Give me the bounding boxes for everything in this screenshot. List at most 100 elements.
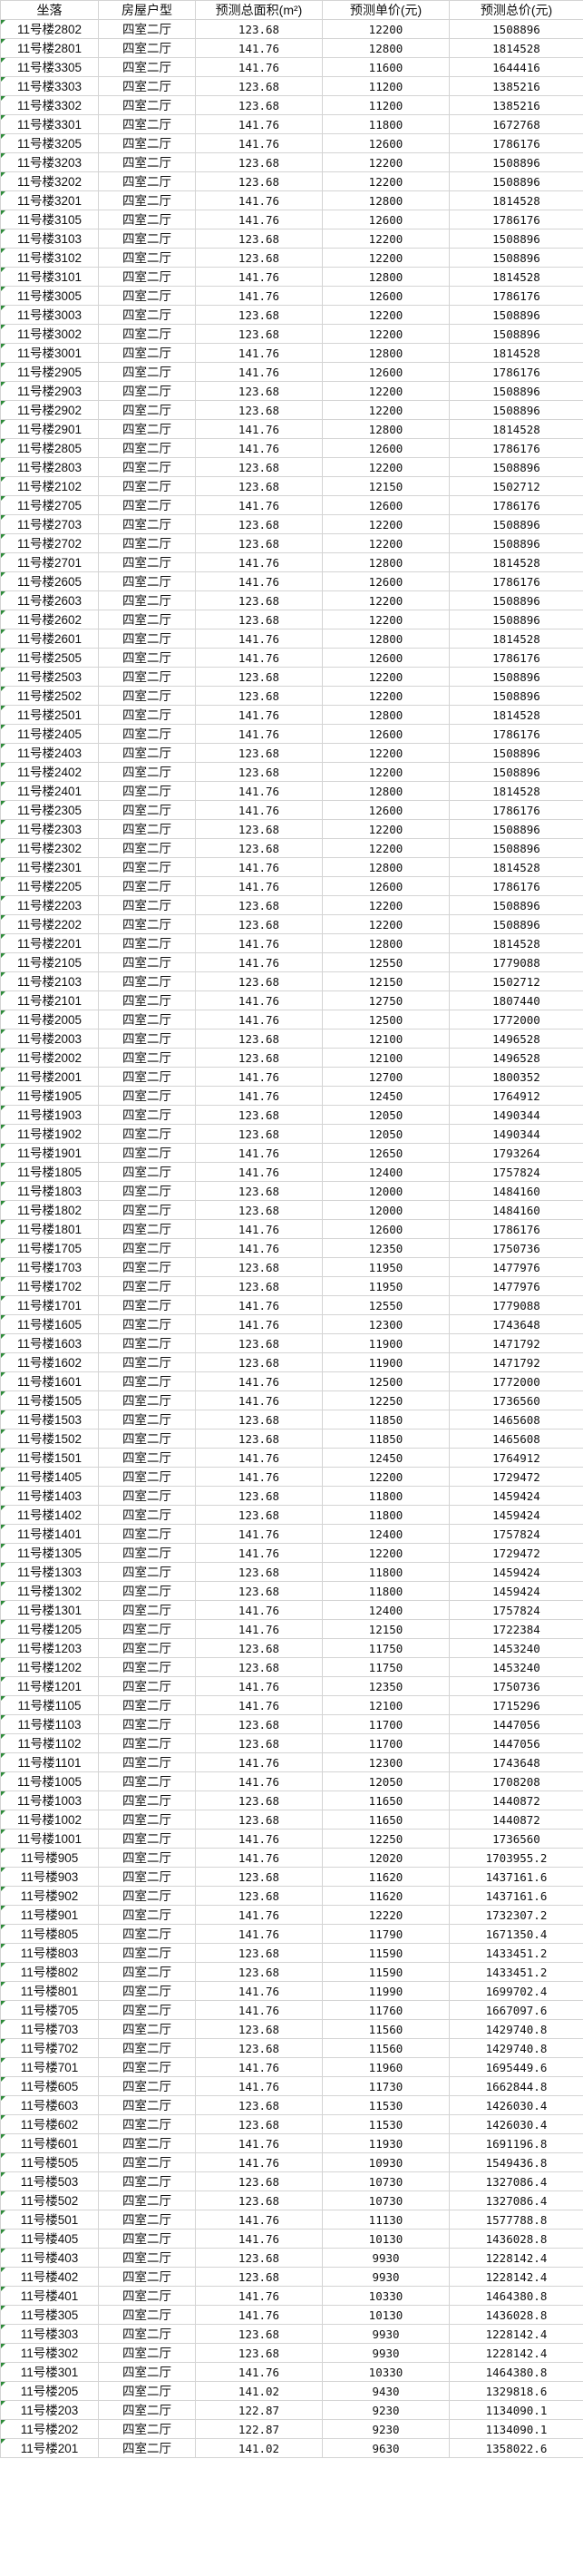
cell-location[interactable]: 11号楼702	[0, 2038, 99, 2058]
cell-unit-type[interactable]: 四室二厅	[98, 1219, 196, 1239]
cell-location[interactable]: 11号楼2303	[0, 819, 99, 839]
cell-total-price[interactable]: 1743648	[449, 1752, 583, 1772]
cell-total-price[interactable]: 1814528	[449, 781, 583, 801]
cell-location[interactable]: 11号楼2201	[0, 933, 99, 953]
cell-unit-price[interactable]: 12000	[322, 1200, 450, 1220]
cell-total-price[interactable]: 1695449.6	[449, 2057, 583, 2077]
cell-location[interactable]: 11号楼2903	[0, 381, 99, 401]
cell-area[interactable]: 123.68	[195, 248, 323, 268]
cell-location[interactable]: 11号楼2705	[0, 495, 99, 515]
cell-unit-price[interactable]: 11800	[322, 1581, 450, 1601]
cell-area[interactable]: 141.76	[195, 1981, 323, 2001]
cell-unit-price[interactable]: 12300	[322, 1314, 450, 1334]
cell-location[interactable]: 11号楼202	[0, 2419, 99, 2439]
cell-unit-price[interactable]: 12200	[322, 381, 450, 401]
cell-unit-price[interactable]: 12150	[322, 971, 450, 991]
cell-unit-type[interactable]: 四室二厅	[98, 457, 196, 477]
cell-unit-type[interactable]: 四室二厅	[98, 705, 196, 725]
cell-unit-price[interactable]: 11930	[322, 2133, 450, 2153]
cell-unit-type[interactable]: 四室二厅	[98, 590, 196, 610]
cell-location[interactable]: 11号楼1501	[0, 1448, 99, 1468]
cell-unit-price[interactable]: 12200	[322, 19, 450, 39]
cell-unit-price[interactable]: 12050	[322, 1771, 450, 1791]
cell-unit-price[interactable]: 12200	[322, 590, 450, 610]
cell-location[interactable]: 11号楼1803	[0, 1181, 99, 1201]
cell-unit-price[interactable]: 11850	[322, 1429, 450, 1449]
cell-area[interactable]: 123.68	[195, 152, 323, 172]
cell-unit-price[interactable]: 12000	[322, 1181, 450, 1201]
cell-unit-price[interactable]: 11200	[322, 95, 450, 115]
cell-location[interactable]: 11号楼2205	[0, 876, 99, 896]
cell-unit-price[interactable]: 11760	[322, 2000, 450, 2020]
cell-location[interactable]: 11号楼2505	[0, 648, 99, 668]
cell-unit-price[interactable]: 12800	[322, 781, 450, 801]
cell-total-price[interactable]: 1786176	[449, 438, 583, 458]
cell-total-price[interactable]: 1732307.2	[449, 1905, 583, 1925]
cell-unit-price[interactable]: 12100	[322, 1029, 450, 1049]
cell-total-price[interactable]: 1508896	[449, 381, 583, 401]
cell-location[interactable]: 11号楼2905	[0, 362, 99, 382]
cell-location[interactable]: 11号楼2002	[0, 1048, 99, 1068]
cell-total-price[interactable]: 1385216	[449, 95, 583, 115]
cell-total-price[interactable]: 1508896	[449, 19, 583, 39]
cell-area[interactable]: 123.68	[195, 1810, 323, 1830]
cell-unit-type[interactable]: 四室二厅	[98, 1238, 196, 1258]
cell-area[interactable]: 123.68	[195, 590, 323, 610]
cell-total-price[interactable]: 1358022.6	[449, 2438, 583, 2458]
cell-location[interactable]: 11号楼1303	[0, 1562, 99, 1582]
cell-total-price[interactable]: 1772000	[449, 1371, 583, 1391]
cell-total-price[interactable]: 1800352	[449, 1067, 583, 1087]
cell-unit-price[interactable]: 12200	[322, 1543, 450, 1563]
cell-location[interactable]: 11号楼1202	[0, 1657, 99, 1677]
cell-total-price[interactable]: 1496528	[449, 1048, 583, 1068]
cell-unit-type[interactable]: 四室二厅	[98, 1352, 196, 1372]
cell-area[interactable]: 123.68	[195, 1943, 323, 1963]
cell-unit-type[interactable]: 四室二厅	[98, 914, 196, 934]
cell-unit-price[interactable]: 11900	[322, 1333, 450, 1353]
cell-total-price[interactable]: 1453240	[449, 1638, 583, 1658]
cell-unit-type[interactable]: 四室二厅	[98, 324, 196, 344]
cell-unit-type[interactable]: 四室二厅	[98, 1029, 196, 1049]
column-header-total-price[interactable]: 预测总价(元)	[449, 0, 583, 20]
cell-total-price[interactable]: 1502712	[449, 971, 583, 991]
cell-unit-type[interactable]: 四室二厅	[98, 2229, 196, 2249]
cell-unit-type[interactable]: 四室二厅	[98, 1810, 196, 1830]
cell-area[interactable]: 141.76	[195, 1295, 323, 1315]
cell-unit-type[interactable]: 四室二厅	[98, 1200, 196, 1220]
cell-unit-type[interactable]: 四室二厅	[98, 533, 196, 553]
cell-unit-type[interactable]: 四室二厅	[98, 495, 196, 515]
cell-area[interactable]: 141.76	[195, 267, 323, 287]
cell-area[interactable]: 123.68	[195, 1429, 323, 1449]
cell-location[interactable]: 11号楼3005	[0, 286, 99, 306]
cell-unit-price[interactable]: 12220	[322, 1905, 450, 1925]
cell-location[interactable]: 11号楼1602	[0, 1352, 99, 1372]
cell-location[interactable]: 11号楼805	[0, 1924, 99, 1944]
cell-total-price[interactable]: 1757824	[449, 1524, 583, 1544]
cell-area[interactable]: 122.87	[195, 2400, 323, 2420]
cell-unit-price[interactable]: 12800	[322, 705, 450, 725]
cell-unit-price[interactable]: 11850	[322, 1410, 450, 1429]
cell-unit-type[interactable]: 四室二厅	[98, 571, 196, 591]
cell-unit-type[interactable]: 四室二厅	[98, 1562, 196, 1582]
cell-unit-type[interactable]: 四室二厅	[98, 1543, 196, 1563]
cell-location[interactable]: 11号楼2805	[0, 438, 99, 458]
cell-total-price[interactable]: 1436028.8	[449, 2305, 583, 2325]
cell-unit-price[interactable]: 12200	[322, 838, 450, 858]
cell-unit-price[interactable]: 12600	[322, 724, 450, 744]
cell-unit-type[interactable]: 四室二厅	[98, 1181, 196, 1201]
cell-total-price[interactable]: 1327086.4	[449, 2191, 583, 2210]
cell-unit-type[interactable]: 四室二厅	[98, 2400, 196, 2420]
cell-area[interactable]: 141.02	[195, 2438, 323, 2458]
cell-unit-price[interactable]: 9930	[322, 2324, 450, 2344]
cell-unit-price[interactable]: 10130	[322, 2305, 450, 2325]
cell-area[interactable]: 123.68	[195, 1505, 323, 1525]
cell-location[interactable]: 11号楼3201	[0, 190, 99, 210]
cell-unit-price[interactable]: 11800	[322, 1505, 450, 1525]
cell-area[interactable]: 141.76	[195, 933, 323, 953]
cell-unit-price[interactable]: 10330	[322, 2362, 450, 2382]
cell-unit-type[interactable]: 四室二厅	[98, 1676, 196, 1696]
cell-location[interactable]: 11号楼602	[0, 2114, 99, 2134]
cell-total-price[interactable]: 1490344	[449, 1105, 583, 1125]
cell-total-price[interactable]: 1433451.2	[449, 1962, 583, 1982]
cell-area[interactable]: 123.68	[195, 686, 323, 706]
